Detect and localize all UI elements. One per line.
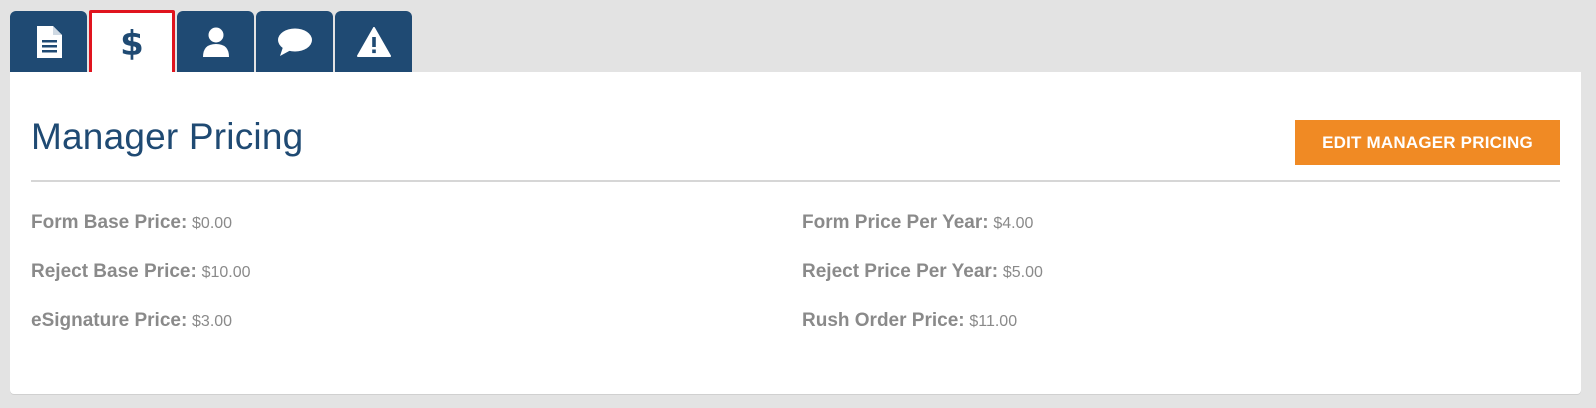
tab-bar: $ [10, 10, 412, 77]
chat-bubble-icon [277, 27, 313, 57]
field-value: $0.00 [192, 215, 233, 232]
field-label: Rush Order Price: [802, 310, 965, 331]
field-label: Form Price Per Year: [802, 212, 989, 233]
document-icon [34, 25, 64, 59]
dollar-icon: $ [120, 23, 144, 64]
field-label: eSignature Price: [31, 310, 188, 331]
user-icon [201, 26, 231, 58]
field-form-base-price: Form Base Price: $0.00 [31, 212, 232, 234]
edit-manager-pricing-button[interactable]: EDIT MANAGER PRICING [1295, 120, 1560, 165]
tab-comments[interactable] [256, 11, 333, 72]
field-esignature-price: eSignature Price: $3.00 [31, 310, 232, 332]
field-label: Reject Price Per Year: [802, 261, 999, 282]
field-value: $3.00 [192, 313, 233, 330]
field-value: $4.00 [993, 215, 1034, 232]
divider [31, 180, 1560, 182]
tab-pricing[interactable]: $ [89, 10, 175, 77]
field-value: $5.00 [1002, 264, 1043, 281]
field-rush-order-price: Rush Order Price: $11.00 [802, 310, 1017, 332]
page-title: Manager Pricing [31, 116, 304, 157]
field-value: $11.00 [969, 313, 1018, 330]
tab-warnings[interactable] [335, 11, 412, 72]
field-reject-price-per-year: Reject Price Per Year: $5.00 [802, 261, 1043, 283]
field-label: Form Base Price: [31, 212, 188, 233]
field-label: Reject Base Price: [31, 261, 197, 282]
tab-documents[interactable] [10, 11, 87, 72]
field-form-price-per-year: Form Price Per Year: $4.00 [802, 212, 1033, 234]
warning-icon [356, 26, 391, 57]
field-reject-base-price: Reject Base Price: $10.00 [31, 261, 251, 283]
field-value: $10.00 [201, 264, 251, 281]
pricing-panel: Manager Pricing EDIT MANAGER PRICING For… [10, 72, 1581, 394]
tab-users[interactable] [177, 11, 254, 72]
